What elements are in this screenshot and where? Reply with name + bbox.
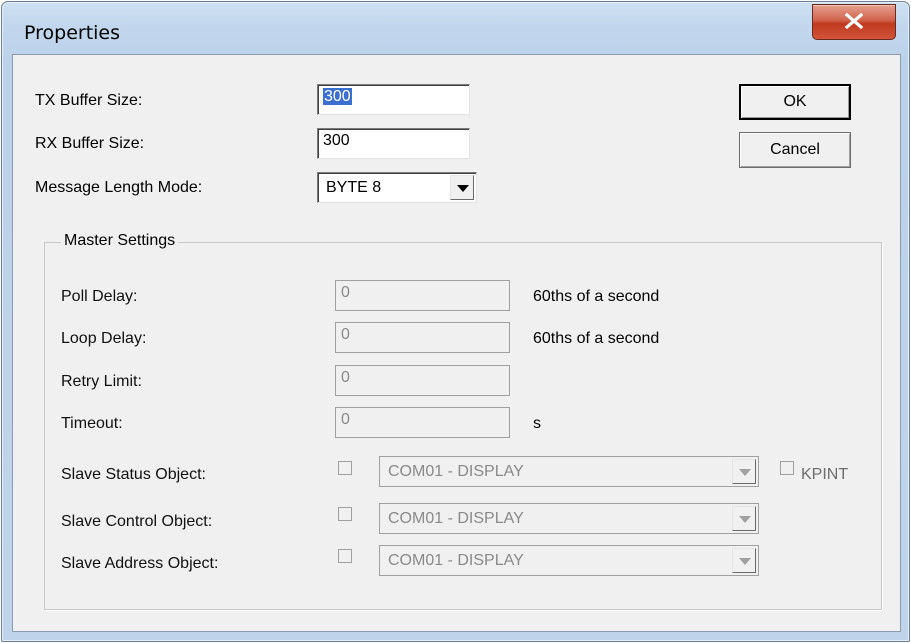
slave-address-object-value: COM01 - DISPLAY [388, 552, 524, 569]
slave-address-object-label: Slave Address Object: [61, 555, 219, 572]
slave-status-object-select[interactable]: COM01 - DISPLAY [379, 456, 759, 487]
slave-control-object-select[interactable]: COM01 - DISPLAY [379, 503, 759, 534]
retry-limit-value: 0 [341, 369, 350, 386]
loop-delay-label: Loop Delay: [61, 330, 147, 347]
close-icon [844, 13, 864, 29]
slave-address-object-select[interactable]: COM01 - DISPLAY [379, 545, 759, 576]
cancel-button[interactable]: Cancel [739, 132, 851, 168]
properties-dialog: Properties TX Buffer Size: 300 RX Buffer… [1, 1, 910, 642]
timeout-value: 0 [341, 411, 350, 428]
chevron-down-icon[interactable] [732, 506, 756, 531]
poll-delay-input[interactable]: 0 [335, 280, 510, 311]
kpint-label: KPINT [801, 466, 849, 483]
poll-delay-label: Poll Delay: [61, 288, 138, 305]
chevron-down-icon[interactable] [732, 548, 756, 573]
timeout-unit: s [533, 415, 541, 432]
rx-buffer-size-input[interactable]: 300 [317, 128, 470, 159]
message-length-mode-value: BYTE 8 [326, 179, 382, 196]
master-settings-legend: Master Settings [61, 232, 179, 250]
slave-status-object-checkbox[interactable] [338, 461, 352, 475]
tx-buffer-size-label: TX Buffer Size: [35, 92, 143, 109]
message-length-mode-select[interactable]: BYTE 8 [317, 172, 477, 203]
slave-control-object-value: COM01 - DISPLAY [388, 510, 524, 527]
slave-address-object-checkbox[interactable] [338, 549, 352, 563]
slave-status-object-value: COM01 - DISPLAY [388, 463, 524, 480]
loop-delay-value: 0 [341, 326, 350, 343]
slave-control-object-label: Slave Control Object: [61, 513, 213, 530]
retry-limit-input[interactable]: 0 [335, 365, 510, 396]
dialog-client-area: TX Buffer Size: 300 RX Buffer Size: 300 … [12, 54, 901, 632]
loop-delay-input[interactable]: 0 [335, 322, 510, 353]
chevron-down-icon[interactable] [732, 459, 756, 484]
chevron-down-icon[interactable] [450, 175, 474, 200]
dialog-title: Properties [24, 22, 121, 44]
timeout-label: Timeout: [61, 415, 123, 432]
slave-control-object-checkbox[interactable] [338, 507, 352, 521]
poll-delay-value: 0 [341, 284, 350, 301]
retry-limit-label: Retry Limit: [61, 373, 142, 390]
timeout-input[interactable]: 0 [335, 407, 510, 438]
ok-button[interactable]: OK [739, 84, 851, 120]
slave-status-object-label: Slave Status Object: [61, 466, 206, 483]
close-button[interactable] [812, 4, 896, 40]
loop-delay-unit: 60ths of a second [533, 330, 660, 347]
rx-buffer-size-label: RX Buffer Size: [35, 135, 145, 152]
kpint-checkbox[interactable] [780, 461, 794, 475]
poll-delay-unit: 60ths of a second [533, 288, 660, 305]
rx-buffer-size-value: 300 [323, 132, 350, 149]
tx-buffer-size-value: 300 [323, 88, 352, 105]
message-length-mode-label: Message Length Mode: [35, 179, 203, 196]
tx-buffer-size-input[interactable]: 300 [317, 84, 470, 115]
